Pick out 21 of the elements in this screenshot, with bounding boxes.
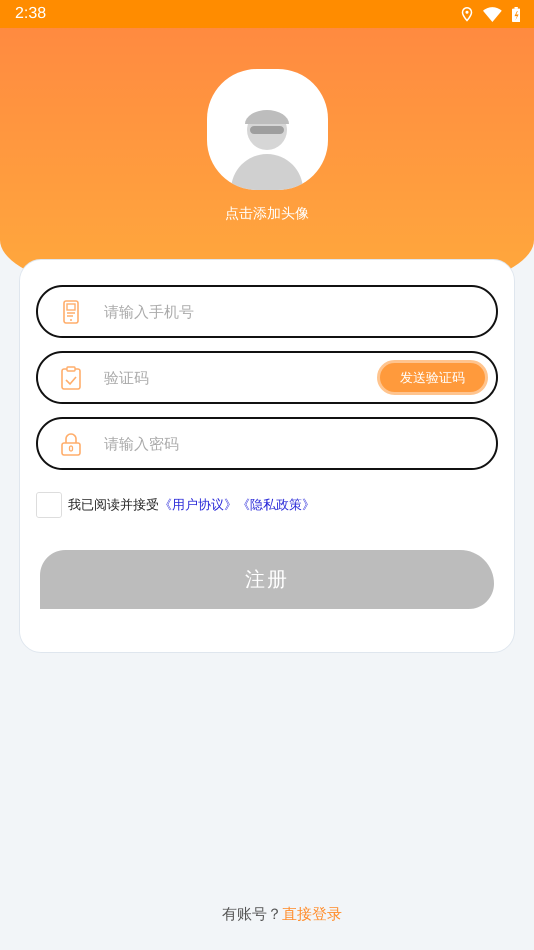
text-field[interactable]: 验证码 发送验证码	[36, 351, 498, 404]
input-field[interactable]: 请输入手机号	[102, 302, 488, 322]
lock-icon	[60, 432, 82, 456]
text-field[interactable]: 请输入密码	[36, 417, 498, 470]
battery-icon	[512, 6, 520, 22]
account-question: 有账号？	[222, 905, 282, 924]
policy-link[interactable]: 《隐私政策》	[237, 496, 315, 514]
location-icon	[460, 6, 473, 22]
status-time: 2:38	[15, 5, 46, 23]
login-link[interactable]: 直接登录	[282, 905, 342, 924]
send-code-button[interactable]: 发送验证码	[377, 360, 488, 395]
agreement-text: 我已阅读并接受	[68, 497, 159, 514]
phone-icon	[60, 300, 82, 324]
policy-link[interactable]: 《用户协议》	[159, 496, 237, 514]
wifi-icon	[482, 6, 502, 22]
clipboard-check-icon	[60, 366, 82, 390]
input-field[interactable]: 请输入密码	[102, 434, 488, 454]
input-field[interactable]: 验证码	[102, 368, 377, 388]
agreement-checkbox[interactable]	[36, 492, 62, 518]
text-field[interactable]: 请输入手机号	[36, 285, 498, 338]
avatar-caption[interactable]: 点击添加头像	[225, 205, 309, 223]
